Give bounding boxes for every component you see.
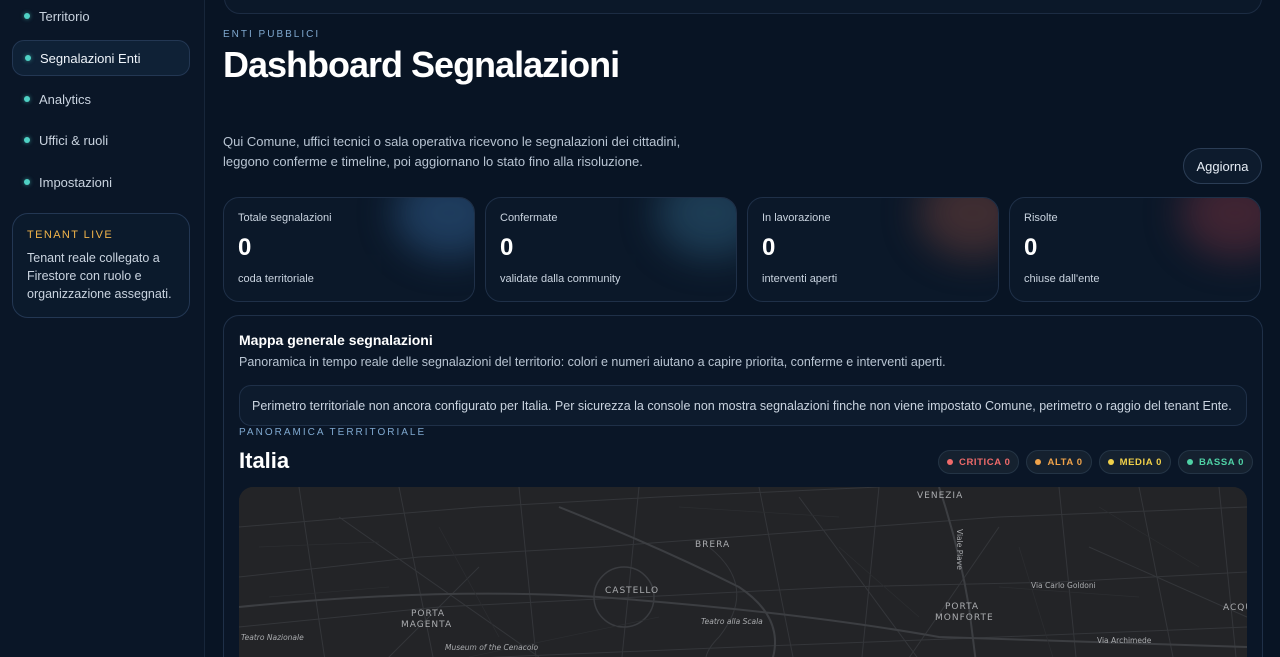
sidebar-item-segnalazioni-enti[interactable]: Segnalazioni Enti — [12, 40, 190, 76]
top-panel — [224, 0, 1262, 14]
legend-label: ALTA 0 — [1047, 456, 1083, 468]
kpi-value: 0 — [1024, 234, 1038, 261]
map-description: Panoramica in tempo reale delle segnalaz… — [239, 355, 946, 369]
map-label-porta-magenta-2: MAGENTA — [401, 620, 452, 630]
kpi-label: Totale segnalazioni — [238, 212, 332, 224]
kpi-value: 0 — [500, 234, 514, 261]
sidebar-item-label: Uffici & ruoli — [39, 132, 109, 148]
kpi-value: 0 — [762, 234, 776, 261]
map-label-archimede: Via Archimede — [1097, 636, 1152, 645]
page-description: Qui Comune, uffici tecnici o sala operat… — [223, 134, 681, 169]
tenant-label: TENANT LIVE — [27, 229, 114, 241]
legend-chip-critica[interactable]: CRITICA 0 — [937, 450, 1020, 474]
status-dot-icon — [24, 96, 30, 102]
status-dot-icon — [24, 179, 30, 185]
map-label-scala: Teatro alla Scala — [701, 617, 763, 626]
sidebar-item-uffici-ruoli[interactable]: Uffici & ruoli — [12, 122, 190, 158]
main-content: ENTI PUBBLICI Dashboard Segnalazioni Qui… — [206, 0, 1280, 657]
territory-map[interactable]: VENEZIA BRERA CASTELLO PORTA MAGENTA POR… — [239, 487, 1247, 657]
map-card: Mappa generale segnalazioni Panoramica i… — [223, 315, 1263, 657]
sidebar-item-analytics[interactable]: Analytics — [12, 81, 190, 117]
map-label-castello: CASTELLO — [605, 586, 659, 596]
priority-dot-icon — [946, 459, 953, 465]
kpi-subtitle: interventi aperti — [762, 273, 838, 285]
perimeter-notice: Perimetro territoriale non ancora config… — [239, 385, 1247, 426]
legend-chip-bassa[interactable]: BASSA 0 — [1177, 450, 1253, 474]
region-title: Italia — [239, 448, 290, 473]
map-label-brera: BRERA — [695, 540, 730, 550]
kpi-subtitle: chiuse dall'ente — [1024, 273, 1100, 285]
kpi-card-in-lavorazione: In lavorazione 0 interventi aperti — [747, 197, 999, 302]
kpi-subtitle: coda territoriale — [238, 273, 314, 285]
refresh-button[interactable]: Aggiorna — [1183, 148, 1262, 184]
legend-chip-media[interactable]: MEDIA 0 — [1098, 450, 1171, 474]
sidebar: Territorio Segnalazioni Enti Analytics U… — [0, 0, 205, 657]
sidebar-item-label: Analytics — [39, 91, 92, 107]
kpi-card-totale: Totale segnalazioni 0 coda territoriale — [223, 197, 475, 302]
sidebar-item-label: Impostazioni — [39, 174, 112, 190]
kpi-value: 0 — [238, 234, 252, 261]
tenant-card: TENANT LIVE Tenant reale collegato a Fir… — [12, 213, 190, 318]
status-dot-icon — [25, 55, 31, 61]
legend-label: BASSA 0 — [1198, 456, 1244, 468]
map-label-porta-magenta: PORTA — [411, 609, 445, 619]
kpi-label: In lavorazione — [762, 212, 831, 224]
map-label-porta-monforte: PORTA — [945, 602, 979, 612]
legend-label: MEDIA 0 — [1119, 456, 1162, 468]
priority-dot-icon — [1107, 459, 1114, 465]
map-label-acquabella: ACQUA — [1223, 603, 1247, 613]
sidebar-item-label: Territorio — [39, 8, 90, 24]
kpi-subtitle: validate dalla community — [500, 273, 621, 285]
map-label-porta-monforte-2: MONFORTE — [935, 613, 994, 623]
app-root: Territorio Segnalazioni Enti Analytics U… — [0, 0, 1280, 657]
tenant-text: Tenant reale collegato a Firestore con r… — [27, 251, 172, 301]
kpi-label: Confermate — [500, 212, 558, 224]
sidebar-item-territorio[interactable]: Territorio — [12, 0, 190, 34]
page-title: Dashboard Segnalazioni — [223, 44, 620, 85]
map-label-goldoni: Via Carlo Goldoni — [1031, 581, 1096, 590]
map-title: Mappa generale segnalazioni — [239, 332, 433, 348]
kpi-label: Risolte — [1024, 212, 1058, 224]
sidebar-item-impostazioni[interactable]: Impostazioni — [12, 164, 190, 200]
map-label-viale-piave: Viale Piave — [955, 529, 964, 570]
kpi-card-confermate: Confermate 0 validate dalla community — [485, 197, 737, 302]
priority-dot-icon — [1186, 459, 1193, 465]
map-tiles: VENEZIA BRERA CASTELLO PORTA MAGENTA POR… — [239, 487, 1247, 657]
map-label-cenacolo: Museum of the Cenacolo — [445, 643, 538, 652]
kpi-card-risolte: Risolte 0 chiuse dall'ente — [1009, 197, 1261, 302]
legend-chip-alta[interactable]: ALTA 0 — [1026, 450, 1092, 474]
map-label-teatro-nazionale: Teatro Nazionale — [241, 633, 304, 642]
priority-legend: CRITICA 0 ALTA 0 MEDIA 0 BASSA 0 — [937, 450, 1253, 474]
status-dot-icon — [24, 137, 30, 143]
sidebar-item-label: Segnalazioni Enti — [40, 50, 141, 66]
legend-label: CRITICA 0 — [958, 456, 1011, 468]
page-kicker: ENTI PUBBLICI — [223, 29, 321, 40]
priority-dot-icon — [1035, 459, 1042, 465]
map-kicker: PANORAMICA TERRITORIALE — [239, 427, 427, 438]
map-label-venezia: VENEZIA — [917, 491, 963, 501]
status-dot-icon — [24, 13, 30, 19]
